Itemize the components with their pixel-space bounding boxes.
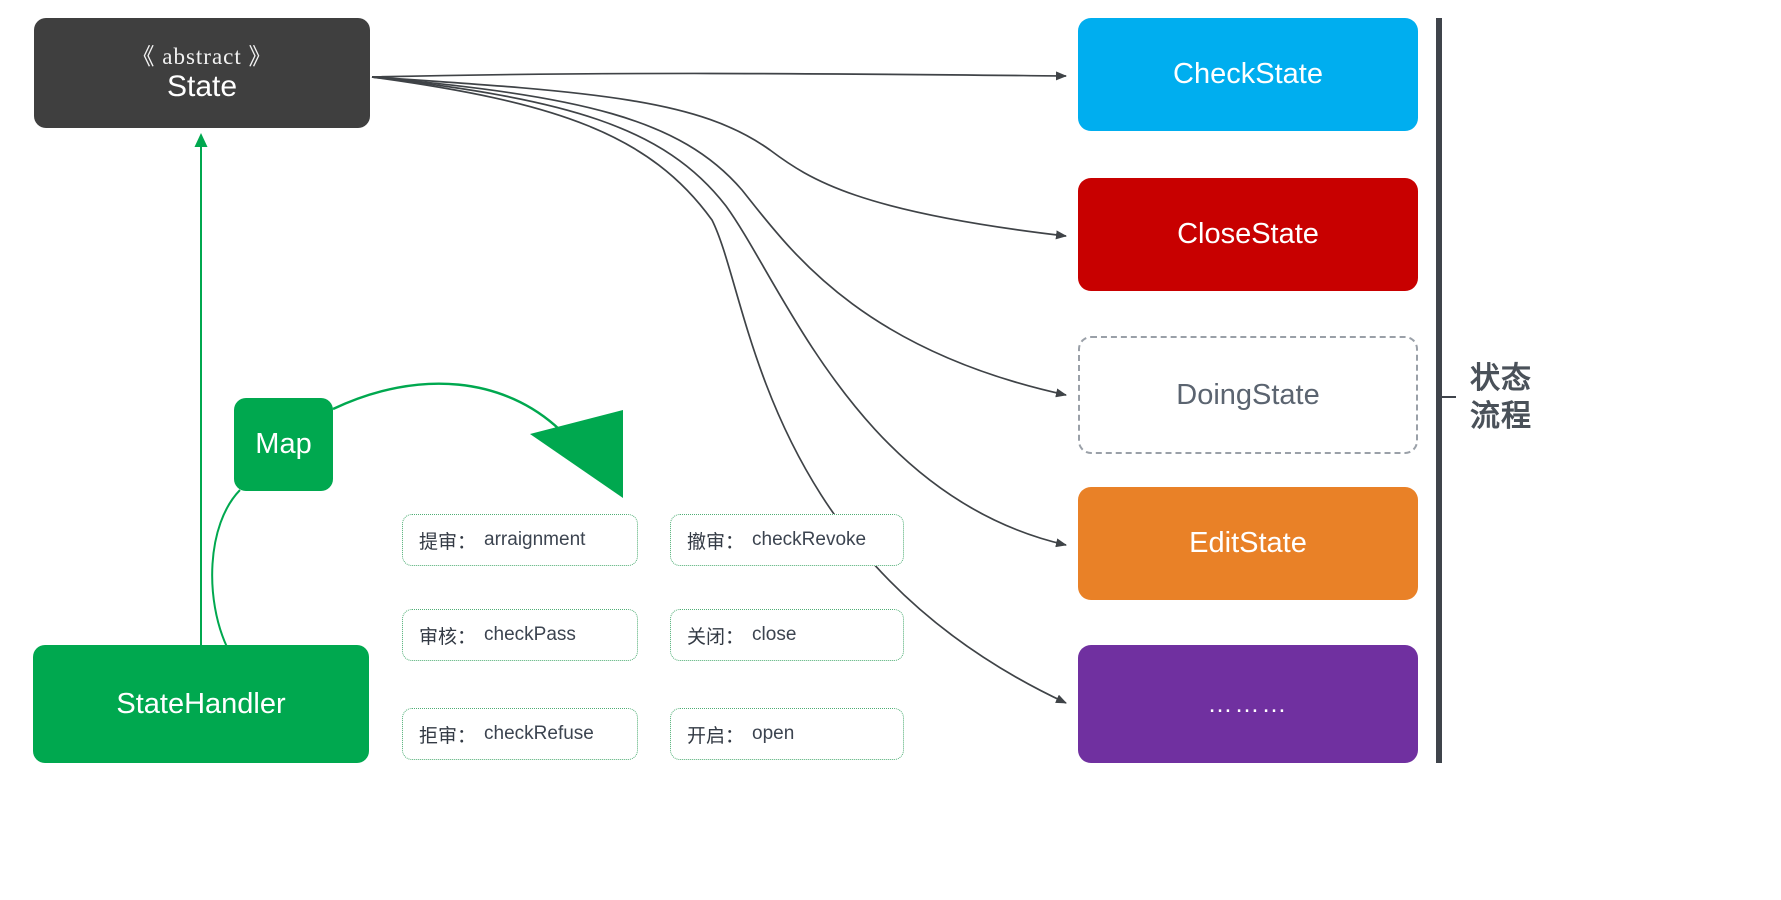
method-chip-checkrevoke[interactable]: 撤审 ： checkRevoke [670,514,904,566]
edge-statehandler-to-map [211,489,241,648]
method-cn-label: 开启 [687,725,726,747]
group-caption: 状态 流程 [1470,360,1560,436]
state-stereotype-label: 《 abstract 》 [131,43,273,69]
state-name-label: State [166,69,238,103]
node-editstate-label: EditState [1189,527,1307,559]
node-statehandler-label: StateHandler [116,687,286,720]
node-map[interactable]: Map [234,398,333,491]
node-editstate[interactable]: EditState [1078,487,1418,600]
method-separator: ： [457,531,477,553]
group-bracket-tick [1442,396,1456,398]
method-cn-label: 拒审 [419,725,458,747]
method-chip-arraignment[interactable]: 提审 ： arraignment [402,514,638,566]
method-en-label: checkPass [484,624,576,645]
node-otherstate[interactable]: ……… [1078,645,1418,763]
group-caption-line-1: 状态 [1470,362,1532,395]
node-doingstate[interactable]: DoingState [1078,336,1418,454]
method-chip-checkrefuse[interactable]: 拒审 ： checkRefuse [402,708,638,760]
node-statehandler[interactable]: StateHandler [33,645,369,763]
method-separator: ： [457,626,477,648]
diagram-canvas: 《 abstract 》 State CheckState CloseState… [0,0,1781,900]
edge-state-to-doingstate [371,76,1067,398]
method-chip-close[interactable]: 关闭 ： close [670,609,904,661]
method-en-label: arraignment [484,529,586,550]
method-separator: ： [725,531,745,553]
node-closestate-label: CloseState [1177,218,1319,250]
method-separator: ： [725,626,745,648]
group-caption-line-2: 流程 [1470,400,1532,433]
method-cn-label: 关闭 [687,626,726,648]
method-cn-label: 审核 [419,626,458,648]
method-en-label: checkRefuse [484,723,594,744]
method-en-label: open [752,723,795,744]
node-otherstate-label: ……… [1207,689,1289,718]
method-en-label: close [752,624,797,645]
group-bracket-bar [1436,18,1442,763]
node-map-label: Map [255,428,312,460]
method-chip-open[interactable]: 开启 ： open [670,708,904,760]
green-pointer-triangle [530,410,623,498]
edge-state-to-checkstate [371,71,1067,81]
method-separator: ： [725,725,745,747]
node-state-abstract[interactable]: 《 abstract 》 State [34,18,370,128]
edge-map-to-pointer [332,382,561,431]
method-separator: ： [457,725,477,747]
method-chip-checkpass[interactable]: 审核 ： checkPass [402,609,638,661]
edge-state-to-closestate [371,76,1067,240]
node-closestate[interactable]: CloseState [1078,178,1418,291]
method-cn-label: 提审 [419,531,458,553]
node-checkstate[interactable]: CheckState [1078,18,1418,131]
method-en-label: checkRevoke [752,529,867,550]
edge-state-to-editstate [371,76,1067,548]
method-cn-label: 撤审 [687,531,726,553]
node-doingstate-label: DoingState [1176,378,1320,411]
node-checkstate-label: CheckState [1173,58,1323,90]
